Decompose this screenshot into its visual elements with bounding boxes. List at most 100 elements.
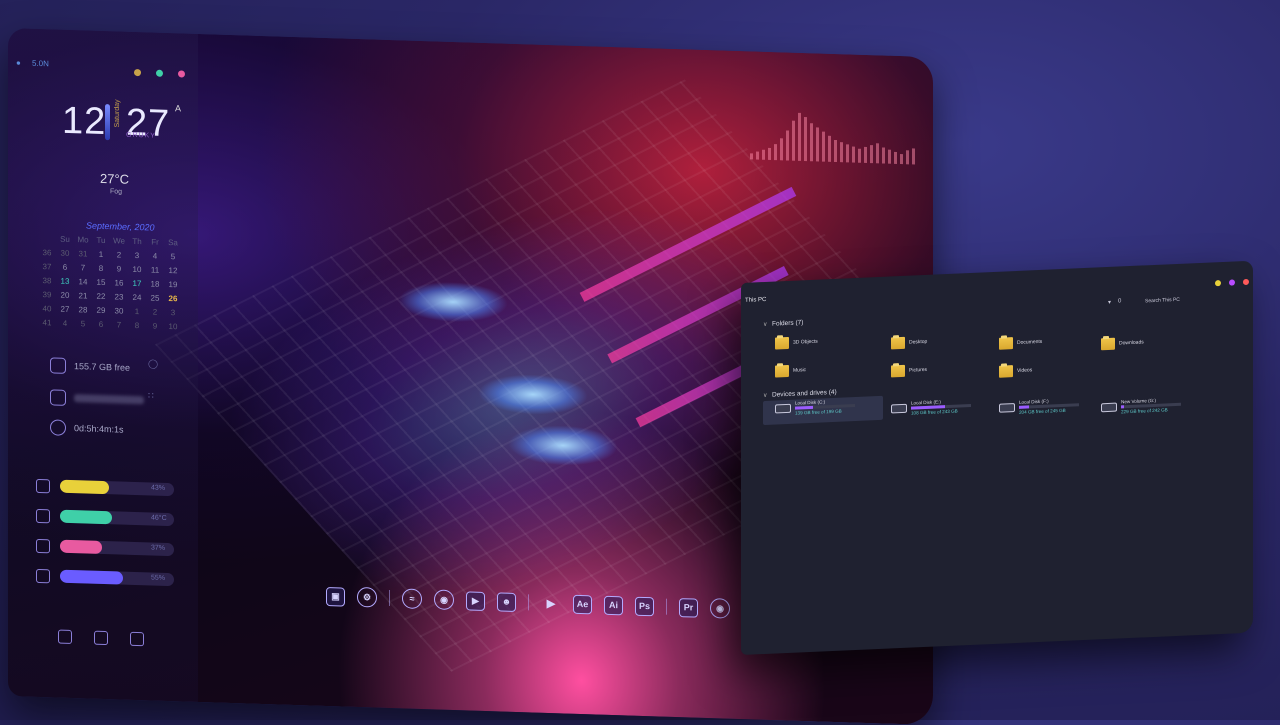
chevron-down-icon[interactable]: ∨ [763,321,767,328]
visualizer-bar [816,127,819,162]
calendar-week-number: 38 [42,276,52,286]
calendar-day[interactable]: 10 [164,322,182,332]
calendar-day[interactable]: 2 [110,250,128,260]
disk-toggle-icon[interactable]: ◯ [148,358,158,369]
visualizer-bar [756,151,759,160]
ip-grid-icon[interactable]: ∷ [148,390,154,401]
minimize-button[interactable] [1215,280,1221,287]
recycle-icon[interactable] [58,629,72,645]
audio-visualizer [750,109,915,165]
folder-icon [999,337,1013,350]
calendar-day[interactable]: 3 [128,251,146,261]
calendar-day[interactable]: 2 [146,307,164,317]
calendar-day[interactable]: 25 [146,293,164,303]
drive-icon [891,403,907,414]
calendar-day[interactable]: 15 [92,278,110,288]
calendar-day[interactable]: 5 [74,319,92,329]
trash-icon[interactable] [94,630,108,646]
calendar-day[interactable]: 12 [164,266,182,276]
calendar-title: September, 2020 [86,220,155,233]
meters: 43% 46°C 37% 55% [8,28,198,587]
calendar-day[interactable]: 7 [110,320,128,330]
after-effects-icon[interactable]: Ae [573,594,592,614]
calendar-day[interactable]: 27 [56,305,74,315]
calendar-day[interactable]: 10 [128,265,146,275]
calendar-day[interactable]: 29 [92,306,110,316]
calendar-day[interactable]: 3 [164,308,182,318]
drive-item[interactable]: Local Disk (F:) 204 GB free of 245 GB [999,397,1079,415]
drive-item[interactable]: New Volume (G:) 229 GB free of 242 GB [1101,397,1181,415]
folder-pictures[interactable]: Pictures [891,364,927,378]
display-icon[interactable]: ▣ [326,586,345,607]
calendar-day[interactable]: 28 [74,305,92,315]
calendar-day[interactable]: 9 [146,321,164,331]
calendar-day[interactable]: 19 [164,280,182,290]
calendar-day[interactable]: 14 [74,277,92,287]
calendar-day[interactable]: 11 [146,265,164,275]
calendar-day[interactable]: 1 [92,250,110,260]
maximize-button[interactable] [1229,279,1235,286]
youtube-icon[interactable]: ▶ [466,590,485,611]
calendar-day[interactable]: 23 [110,292,128,302]
premiere-icon[interactable]: Pr [679,597,698,618]
meter-fill [60,569,123,585]
calendar-day[interactable]: 8 [92,264,110,274]
browser-icon[interactable]: ◉ [434,589,454,611]
folder-documents[interactable]: Documents [999,336,1042,350]
widget-dot-pink[interactable] [178,70,185,78]
calendar-day[interactable]: 4 [56,319,74,329]
calendar-day[interactable]: 9 [110,264,128,274]
widget-dot-green[interactable] [156,69,163,77]
chevron-down-icon[interactable]: ∨ [763,392,767,399]
calendar-weekday: We [113,236,125,246]
search-input[interactable]: Search This PC [1145,297,1180,305]
calendar-day[interactable]: 20 [56,291,74,301]
power-icon[interactable] [130,631,144,647]
calendar-day[interactable]: 16 [110,278,128,288]
calendar-day[interactable]: 6 [56,263,74,273]
calendar-day[interactable]: 24 [128,293,146,303]
player-icon[interactable]: ▶ [541,593,561,614]
calendar-day[interactable]: 4 [146,251,164,261]
illustrator-icon[interactable]: Ai [604,595,623,615]
calendar-day[interactable]: 26 [164,294,182,304]
discord-icon[interactable]: ☻ [497,591,516,612]
photoshop-icon[interactable]: Ps [635,596,654,616]
visualizer-bar [810,123,813,162]
folder-3d-objects[interactable]: 3D Objects [775,336,818,350]
folders-header[interactable]: Folders (7) [772,319,803,327]
camera-icon[interactable]: ◉ [710,598,730,619]
calendar-day[interactable]: 13 [56,277,74,287]
calendar-day[interactable]: 6 [92,320,110,330]
widget-dot-yellow[interactable] [134,68,141,77]
folder-downloads[interactable]: Downloads [1101,336,1144,351]
calendar-day[interactable]: 21 [74,291,92,301]
uptime-stat: 0d:5h:4m:1s [50,419,124,437]
calendar-day[interactable]: 31 [74,249,92,259]
calendar-week-number: 41 [42,318,52,328]
folder-music[interactable]: Music [775,364,806,378]
temp-icon [36,508,50,524]
spotify-icon[interactable]: ≈ [402,588,422,610]
calendar-day[interactable]: 17 [128,279,146,289]
calendar-day[interactable]: 30 [110,306,128,316]
calendar-day[interactable]: 30 [56,249,74,259]
close-button[interactable] [1243,278,1249,286]
settings-icon[interactable]: ⚙ [357,586,377,608]
calendar-day[interactable]: 22 [92,292,110,302]
view-count: 0 [1118,298,1122,305]
calendar-day[interactable]: 7 [74,263,92,273]
calendar-day[interactable]: 1 [128,307,146,317]
dock-separator [528,594,529,611]
folder-desktop[interactable]: Desktop [891,336,927,350]
disk-free-text: 155.7 GB free [74,361,131,373]
calendar-day[interactable]: 18 [146,279,164,289]
calendar-day[interactable]: 8 [128,321,146,331]
drive-icon [1101,402,1117,413]
drive-item[interactable]: Local Disk (E:) 108 GB free of 243 GB [891,398,971,416]
window-title: This PC [745,296,767,304]
calendar-day[interactable]: 5 [164,252,182,262]
folder-videos[interactable]: Videos [999,364,1032,378]
drives-header[interactable]: Devices and drives (4) [772,389,837,399]
view-dropdown-icon[interactable]: ▾ [1108,299,1111,306]
